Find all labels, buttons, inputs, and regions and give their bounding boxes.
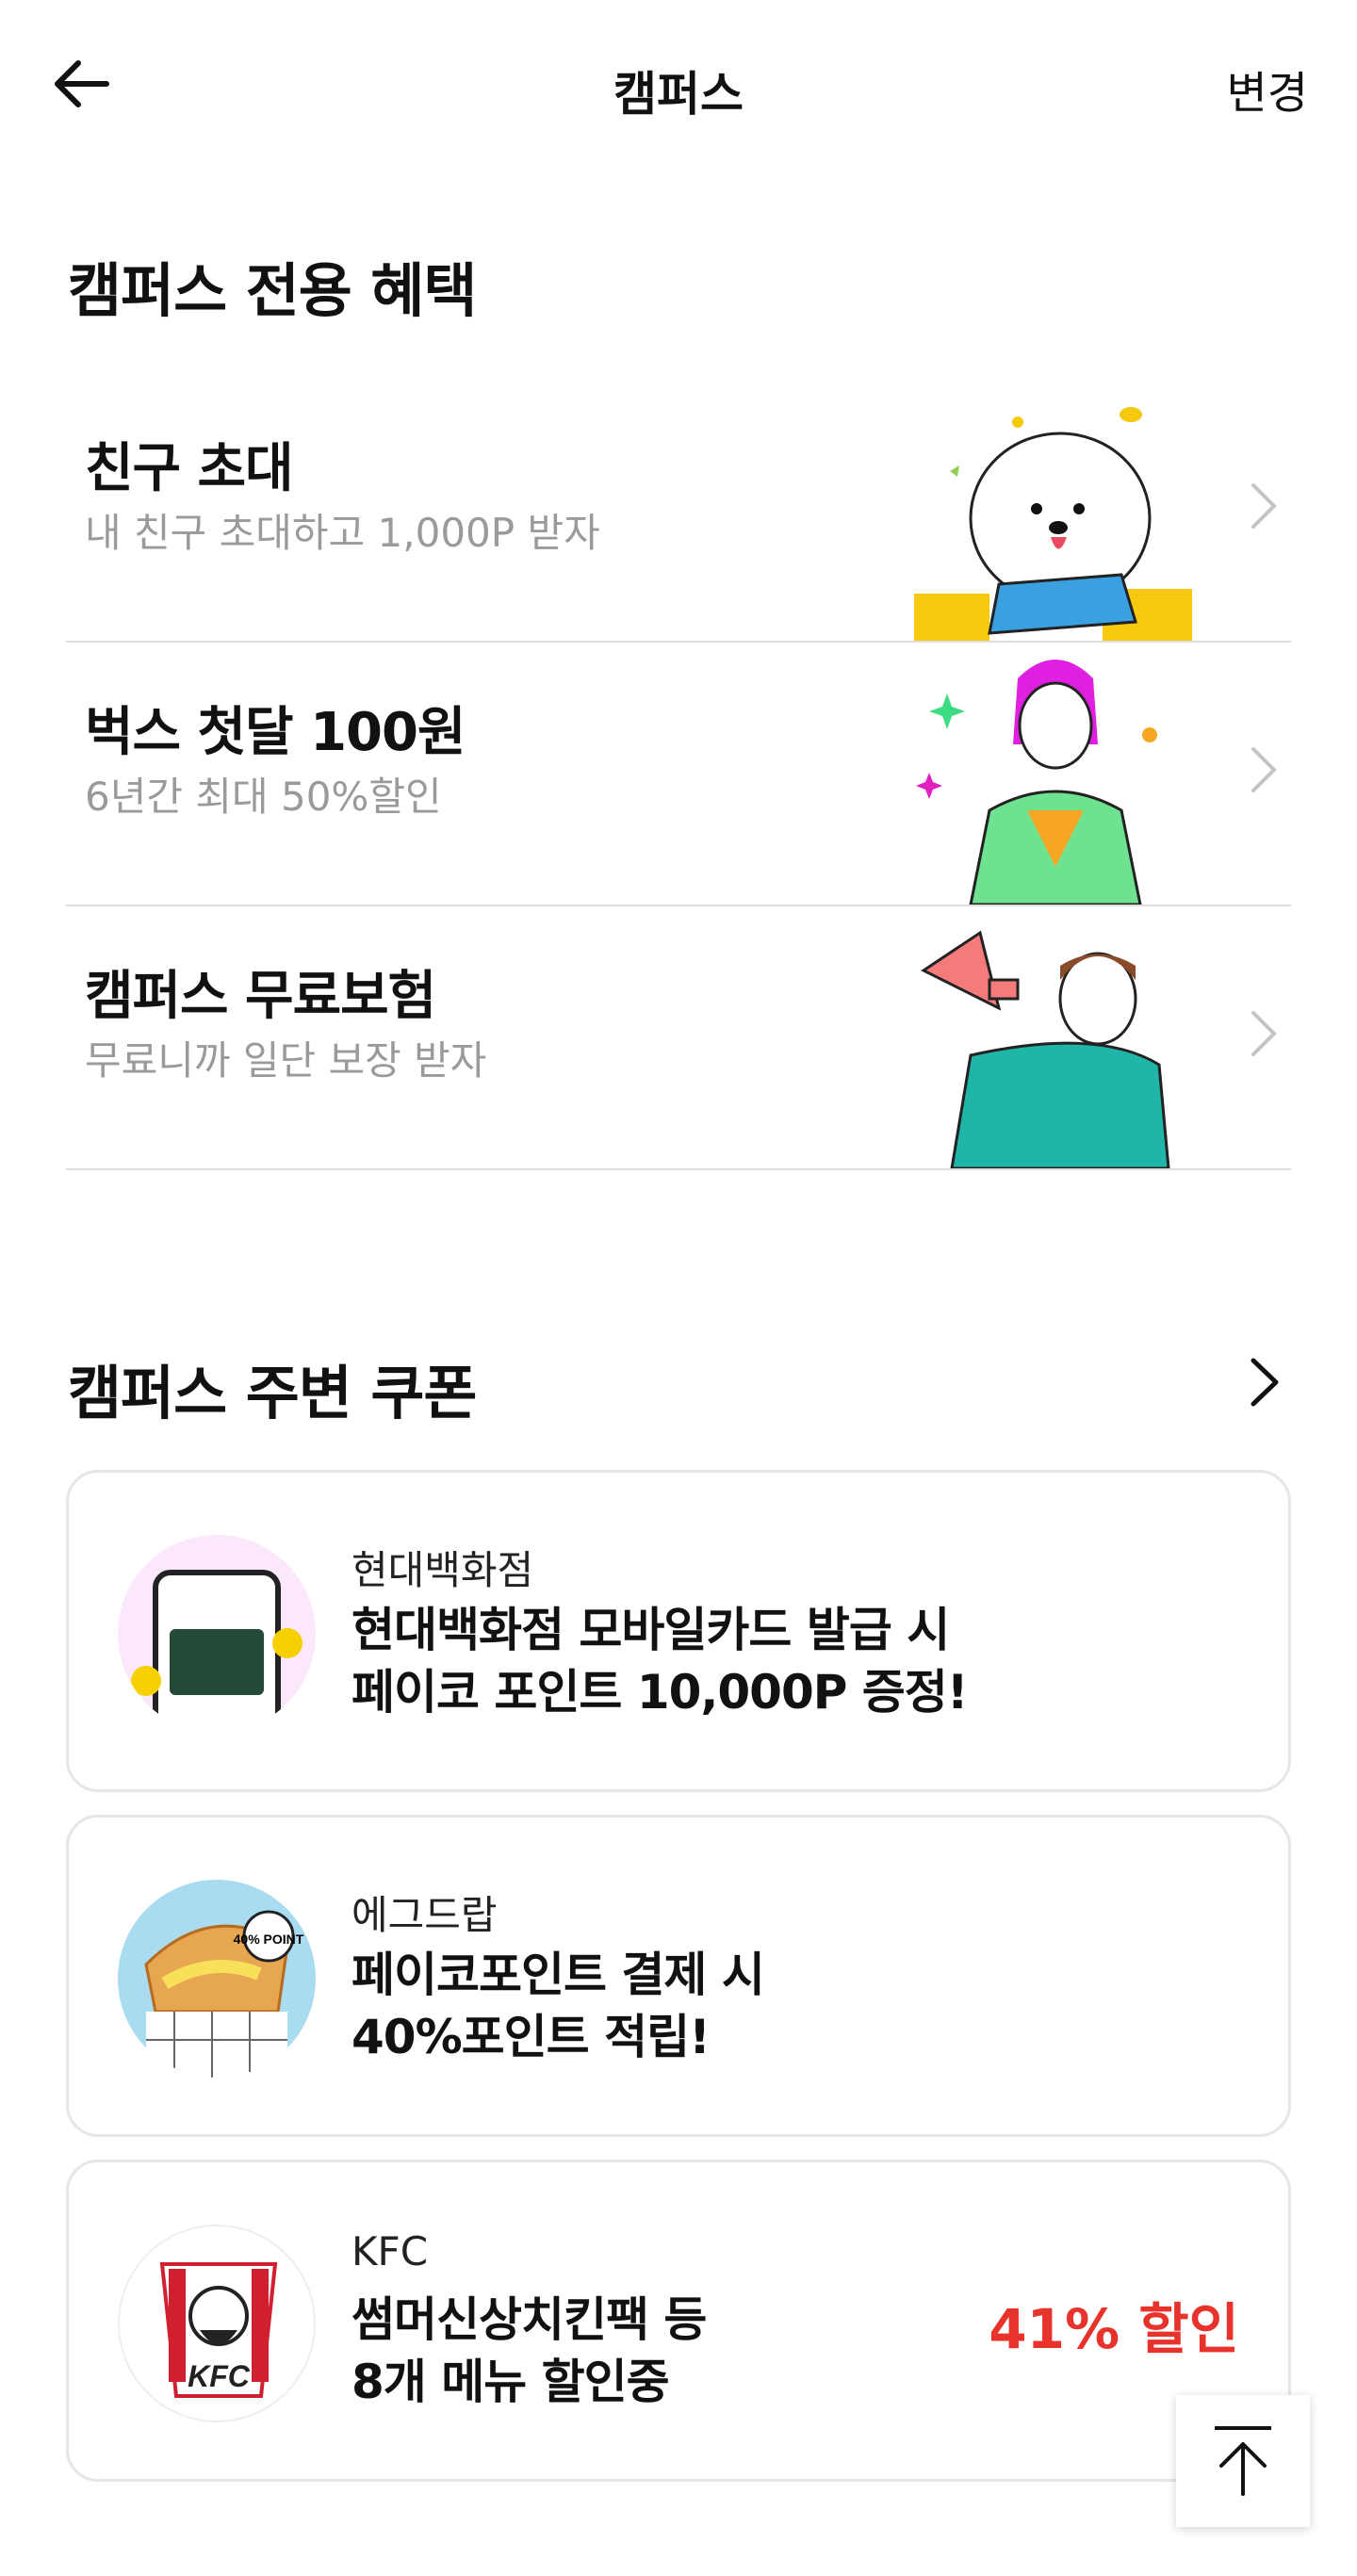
coupon-brand: 에그드랍 (352, 1892, 498, 1938)
coupon-brand: KFC (352, 2228, 429, 2274)
man-with-megaphone-illustration (921, 930, 1170, 1168)
coupon-card-hyundai[interactable]: 현대백화점 현대백화점 모바일카드 발급 시 페이코 포인트 10,000P 증… (66, 1470, 1291, 1792)
benefit-title: 친구 초대 (85, 438, 294, 499)
benefit-row-invite[interactable]: 친구 초대 내 친구 초대하고 1,000P 받자 (66, 379, 1291, 643)
coupon-description: 현대백화점 모바일카드 발급 시 페이코 포인트 10,000P 증정! (352, 1599, 1068, 1723)
coupon-line-2: 40%포인트 적립! (352, 2010, 711, 2064)
arrow-up-icon (1215, 2426, 1271, 2496)
app-header: 캠퍼스 변경 (0, 0, 1357, 174)
benefit-row-insurance[interactable]: 캠퍼스 무료보험 무료니까 일단 보장 받자 (66, 906, 1291, 1170)
coupon-line-1: 페이코포인트 결제 시 (352, 1948, 765, 2002)
benefit-subtitle: 내 친구 초대하고 1,000P 받자 (85, 510, 600, 556)
benefit-row-bugs[interactable]: 벅스 첫달 100원 6년간 최대 50%할인 (66, 643, 1291, 906)
coupons-section-title: 캠퍼스 주변 쿠폰 (68, 1359, 477, 1427)
discount-badge: 41% 할인 (989, 2297, 1239, 2361)
coupon-card-eggdrop[interactable]: 40% POINT 에그드랍 페이코포인트 결제 시 40%포인트 적립! (66, 1815, 1291, 2137)
benefit-title: 벅스 첫달 100원 (85, 702, 466, 763)
chevron-right-icon (1251, 483, 1277, 529)
coupon-description: 썸머신상치킨팩 등 8개 메뉴 할인중 (352, 2289, 1068, 2413)
thumb-text: 40% POINT (234, 1932, 304, 1947)
kfc-logo-text: KFC (188, 2359, 251, 2393)
chevron-right-icon[interactable] (1242, 1349, 1289, 1415)
benefits-section-title: 캠퍼스 전용 혜택 (68, 256, 477, 325)
benefit-subtitle: 무료니까 일단 보장 받자 (85, 1037, 487, 1084)
coupon-card-kfc[interactable]: KFC KFC 썸머신상치킨팩 등 8개 메뉴 할인중 41% 할인 (66, 2160, 1291, 2482)
benefit-title: 캠퍼스 무료보험 (85, 966, 436, 1027)
coupon-description: 페이코포인트 결제 시 40%포인트 적립! (352, 1944, 1068, 2068)
coupon-line-2: 8개 메뉴 할인중 (352, 2355, 670, 2409)
dog-with-coins-illustration (914, 407, 1192, 641)
kfc-logo: KFC (159, 2262, 278, 2398)
chevron-right-icon (1251, 1011, 1277, 1056)
coupon-line-1: 현대백화점 모바일카드 발급 시 (352, 1603, 950, 1657)
change-campus-button[interactable]: 변경 (1227, 57, 1308, 122)
benefit-subtitle: 6년간 최대 50%할인 (85, 774, 442, 820)
page-title: 캠퍼스 (613, 67, 744, 122)
coupon-line-2: 페이코 포인트 10,000P 증정! (352, 1665, 969, 1720)
coupon-line-1: 썸머신상치킨팩 등 (352, 2292, 707, 2347)
mobile-card-image (131, 1570, 302, 1733)
coupon-thumbnail (118, 1535, 316, 1733)
coupon-thumbnail: KFC (118, 2225, 316, 2422)
eggdrop-sandwich-image: 40% POINT (144, 1910, 304, 2078)
coupon-thumbnail: 40% POINT (118, 1880, 316, 2078)
coupon-brand: 현대백화점 (352, 1547, 534, 1593)
woman-listening-illustration (916, 660, 1157, 905)
chevron-right-icon (1251, 747, 1277, 792)
scroll-to-top-button[interactable] (1176, 2395, 1310, 2527)
